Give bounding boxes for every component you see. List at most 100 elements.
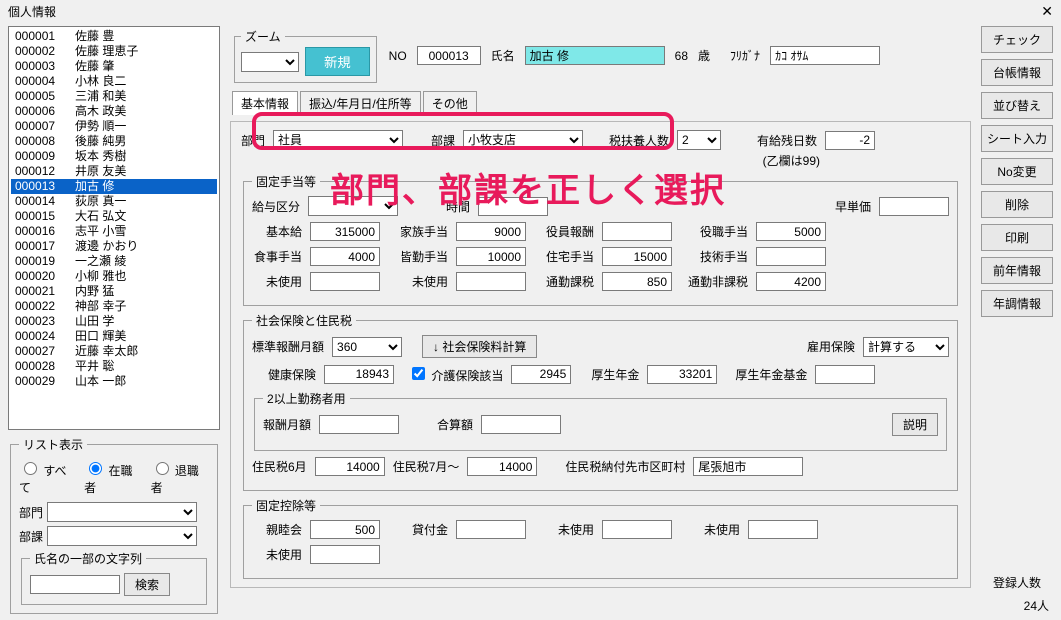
list-item[interactable]: 000004小林 良二 bbox=[11, 74, 217, 89]
section-label: 部課 bbox=[431, 132, 455, 149]
list-item[interactable]: 000003佐藤 肇 bbox=[11, 59, 217, 74]
list-item[interactable]: 000020小柳 雅也 bbox=[11, 269, 217, 284]
tab-other[interactable]: その他 bbox=[423, 91, 477, 115]
filter-section-select[interactable] bbox=[47, 526, 197, 546]
commute-tax-field[interactable] bbox=[602, 272, 672, 291]
list-item[interactable]: 000012井原 友美 bbox=[11, 164, 217, 179]
base-field[interactable] bbox=[310, 222, 380, 241]
list-item[interactable]: 000029山本 一郎 bbox=[11, 374, 217, 389]
nursing-check[interactable]: 介護保険該当 bbox=[408, 364, 503, 384]
unused2-field[interactable] bbox=[456, 272, 526, 291]
list-item[interactable]: 000028平井 聡 bbox=[11, 359, 217, 374]
list-item[interactable]: 000016志平 小雪 bbox=[11, 224, 217, 239]
res6-field[interactable] bbox=[315, 457, 385, 476]
officer-label: 役員報酬 bbox=[534, 223, 594, 240]
list-item[interactable]: 000024田口 輝美 bbox=[11, 329, 217, 344]
filter-all[interactable]: すべて bbox=[19, 459, 76, 496]
side-button-削除[interactable]: 削除 bbox=[981, 191, 1053, 218]
list-item[interactable]: 000027近藤 幸太郎 bbox=[11, 344, 217, 359]
window-title: 個人情報 bbox=[8, 3, 56, 20]
new-button[interactable]: 新規 bbox=[305, 47, 370, 76]
list-item[interactable]: 000021内野 猛 bbox=[11, 284, 217, 299]
job-field[interactable] bbox=[756, 222, 826, 241]
unused1-label: 未使用 bbox=[252, 273, 302, 290]
no-field[interactable] bbox=[417, 46, 481, 65]
du3-field[interactable] bbox=[310, 545, 380, 564]
dependents-select[interactable]: 2 bbox=[677, 130, 721, 150]
list-item[interactable]: 000001佐藤 豊 bbox=[11, 29, 217, 44]
res-city-field[interactable] bbox=[693, 457, 803, 476]
meal-field[interactable] bbox=[310, 247, 380, 266]
salary-class-select[interactable] bbox=[308, 196, 398, 216]
club-label: 親睦会 bbox=[252, 521, 302, 538]
commute-notax-field[interactable] bbox=[756, 272, 826, 291]
club-field[interactable] bbox=[310, 520, 380, 539]
side-button-台帳情報[interactable]: 台帳情報 bbox=[981, 59, 1053, 86]
list-item[interactable]: 000009坂本 秀樹 bbox=[11, 149, 217, 164]
filter-dept-select[interactable] bbox=[47, 502, 197, 522]
employee-list[interactable]: 000001佐藤 豊000002佐藤 理恵子000003佐藤 肇000004小林… bbox=[8, 26, 220, 430]
side-button-印刷[interactable]: 印刷 bbox=[981, 224, 1053, 251]
unit-field[interactable] bbox=[879, 197, 949, 216]
list-item[interactable]: 000015大石 弘文 bbox=[11, 209, 217, 224]
filter-retired[interactable]: 退職者 bbox=[151, 459, 209, 496]
tab-basic[interactable]: 基本情報 bbox=[232, 91, 298, 115]
list-item[interactable]: 000022神部 幸子 bbox=[11, 299, 217, 314]
side-button-No変更[interactable]: No変更 bbox=[981, 158, 1053, 185]
time-field[interactable] bbox=[478, 197, 548, 216]
side-button-前年情報[interactable]: 前年情報 bbox=[981, 257, 1053, 284]
std-monthly-select[interactable]: 360 bbox=[332, 337, 402, 357]
dept-select[interactable]: 社員 bbox=[273, 130, 403, 150]
list-item[interactable]: 000019一之瀬 綾 bbox=[11, 254, 217, 269]
tech-label: 技術手当 bbox=[680, 248, 748, 265]
list-item[interactable]: 000005三浦 和美 bbox=[11, 89, 217, 104]
nursing-field[interactable] bbox=[511, 365, 571, 384]
furigana-field[interactable] bbox=[770, 46, 880, 65]
search-button[interactable]: 検索 bbox=[124, 573, 170, 596]
name-field[interactable] bbox=[525, 46, 665, 65]
list-item[interactable]: 000008後藤 純男 bbox=[11, 134, 217, 149]
paid-leave-field[interactable] bbox=[825, 131, 875, 150]
emp-ins-select[interactable]: 計算する bbox=[863, 337, 949, 357]
list-item[interactable]: 000017渡邊 かおり bbox=[11, 239, 217, 254]
side-button-並び替え[interactable]: 並び替え bbox=[981, 92, 1053, 119]
tab-transfer[interactable]: 振込/年月日/住所等 bbox=[300, 91, 421, 115]
du1-field[interactable] bbox=[602, 520, 672, 539]
name-search-input[interactable] bbox=[30, 575, 120, 594]
du2-field[interactable] bbox=[748, 520, 818, 539]
family-field[interactable] bbox=[456, 222, 526, 241]
officer-field[interactable] bbox=[602, 222, 672, 241]
dept-label: 部門 bbox=[241, 132, 265, 149]
attend-field[interactable] bbox=[456, 247, 526, 266]
loan-label: 貸付金 bbox=[388, 521, 448, 538]
pension-field[interactable] bbox=[647, 365, 717, 384]
list-item[interactable]: 000002佐藤 理恵子 bbox=[11, 44, 217, 59]
fixed-allow-legend: 固定手当等 bbox=[252, 173, 320, 190]
house-field[interactable] bbox=[602, 247, 672, 266]
list-item[interactable]: 000014荻原 真一 bbox=[11, 194, 217, 209]
list-item[interactable]: 000006高木 政美 bbox=[11, 104, 217, 119]
section-select[interactable]: 小牧支店 bbox=[463, 130, 583, 150]
res7-field[interactable] bbox=[467, 457, 537, 476]
explain-button[interactable]: 説明 bbox=[892, 413, 938, 436]
filter-active[interactable]: 在職者 bbox=[84, 459, 142, 496]
close-icon[interactable]: ✕ bbox=[1041, 3, 1053, 20]
unused1-field[interactable] bbox=[310, 272, 380, 291]
list-item[interactable]: 000007伊勢 順一 bbox=[11, 119, 217, 134]
multi-salary-field[interactable] bbox=[319, 415, 399, 434]
health-field[interactable] bbox=[324, 365, 394, 384]
side-button-シート入力[interactable]: シート入力 bbox=[981, 125, 1053, 152]
total-field[interactable] bbox=[481, 415, 561, 434]
base-label: 基本給 bbox=[252, 223, 302, 240]
list-item[interactable]: 000013加古 修 bbox=[11, 179, 217, 194]
tech-field[interactable] bbox=[756, 247, 826, 266]
side-button-チェック[interactable]: チェック bbox=[981, 26, 1053, 53]
pension-fund-field[interactable] bbox=[815, 365, 875, 384]
loan-field[interactable] bbox=[456, 520, 526, 539]
side-button-年調情報[interactable]: 年調情報 bbox=[981, 290, 1053, 317]
zoom-select[interactable] bbox=[241, 52, 299, 72]
list-item[interactable]: 000023山田 学 bbox=[11, 314, 217, 329]
calc-ins-button[interactable]: ↓ 社会保険料計算 bbox=[422, 335, 537, 358]
pension-label: 厚生年金 bbox=[579, 366, 639, 383]
emp-ins-label: 雇用保険 bbox=[807, 338, 855, 355]
